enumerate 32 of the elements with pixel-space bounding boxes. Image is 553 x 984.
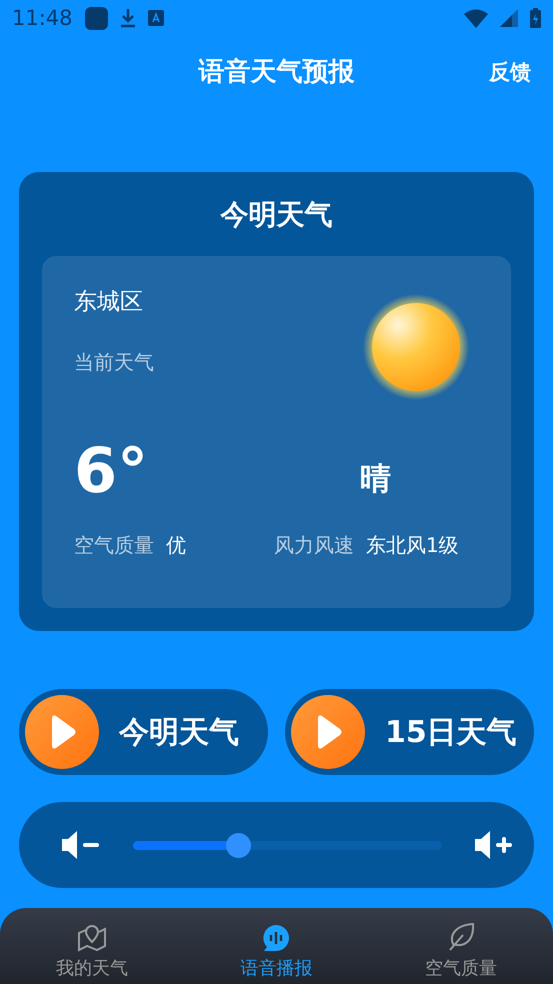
keyboard-icon [148,10,164,26]
sun-icon [363,294,469,400]
play-button[interactable]: 今明天气 [19,689,268,775]
page-title: 语音天气预报 [198,56,354,88]
nav-tab[interactable]: 语音播报 [184,908,369,984]
current-weather-label: 当前天气 [74,349,154,376]
nav-tab[interactable]: 我的天气 [0,908,184,984]
wind-value: 东北风1级 [366,532,459,559]
play-icon [291,695,365,769]
feedback-button[interactable]: 反馈 [487,54,533,90]
nav-tab[interactable]: 空气质量 [368,908,553,984]
wifi-icon [464,8,488,28]
weather-condition: 晴 [360,460,391,499]
temperature: 6° [74,440,148,502]
air-quality-label: 空气质量 [74,532,154,559]
volume-up-icon[interactable] [474,829,514,861]
air-quality-value: 优 [166,532,186,559]
voice-bubble-icon [262,924,290,952]
map-pin-icon [77,922,108,952]
signal-icon [500,9,518,27]
status-time: 11:48 [12,6,73,30]
download-icon [120,8,136,28]
district-name: 东城区 [74,288,143,317]
app-square-icon [84,6,108,30]
card-title: 今明天气 [220,197,332,233]
play-icon [25,695,99,769]
leaf-icon [446,922,475,952]
volume-slider[interactable] [133,832,442,858]
wind-label: 风力风速 [274,532,354,559]
play-button[interactable]: 15日天气 [285,689,534,775]
battery-icon [530,8,541,28]
volume-down-icon[interactable] [61,829,101,861]
